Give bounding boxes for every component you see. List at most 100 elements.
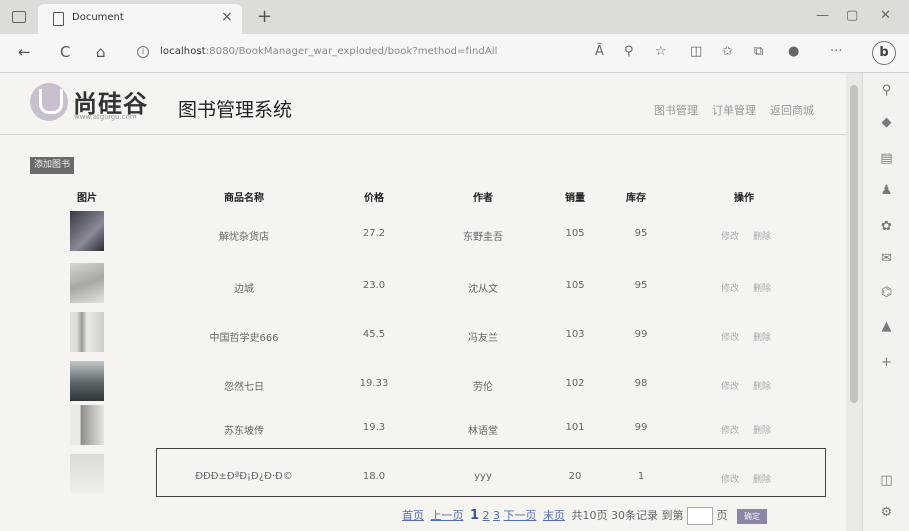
new-tab-icon[interactable]: + <box>257 6 272 27</box>
sidebar-settings-icon[interactable]: ⚙ <box>863 505 909 520</box>
next-page-link[interactable]: 下一页 <box>504 509 537 522</box>
edit-link[interactable]: 修改 <box>721 379 739 392</box>
goto-label: 到第 <box>661 509 684 522</box>
profile-icon[interactable]: ● <box>788 44 799 59</box>
page-link-3[interactable]: 3 <box>493 509 500 522</box>
book-name: 解忧杂货店 <box>219 232 269 243</box>
bing-chat-icon[interactable]: b <box>872 41 896 65</box>
book-name: 忽然七日 <box>224 382 264 393</box>
go-button[interactable]: 确定 <box>737 508 768 524</box>
delete-link[interactable]: 删除 <box>753 281 771 294</box>
home-icon[interactable]: ⌂ <box>96 43 106 61</box>
collections-icon[interactable]: ⧉ <box>754 44 763 59</box>
games-icon[interactable]: ♟ <box>863 183 909 198</box>
total-pages: 共10页 <box>571 509 608 522</box>
book-stock: 98 <box>634 378 648 389</box>
tab-bar: Document × + — ▢ ✕ <box>0 0 909 34</box>
book-author: 沈从文 <box>468 284 498 295</box>
book-sales: 103 <box>565 329 585 340</box>
office-icon[interactable]: ✿ <box>863 219 909 234</box>
nav-order-manage[interactable]: 订单管理 <box>712 102 756 118</box>
e-tree-icon[interactable]: ⌬ <box>863 285 909 300</box>
add-favorite-icon[interactable]: ☆ <box>655 44 667 59</box>
total-records: 30条记录 <box>611 509 659 522</box>
prev-page-link[interactable]: 上一页 <box>431 509 464 522</box>
read-aloud-icon[interactable]: Ã <box>595 44 604 59</box>
book-stock: 95 <box>634 228 648 239</box>
book-cover-image <box>70 454 104 494</box>
page-suffix: 页 <box>716 509 728 522</box>
book-author: 林语堂 <box>468 426 498 437</box>
shopping-tag-icon[interactable]: ◆ <box>863 115 909 130</box>
logo-icon <box>30 83 68 121</box>
split-screen-icon[interactable]: ◫ <box>690 44 702 59</box>
document-icon <box>53 12 64 26</box>
edit-link[interactable]: 修改 <box>721 330 739 343</box>
book-sales: 101 <box>565 422 585 433</box>
book-price: 27.2 <box>362 228 386 239</box>
book-stock: 99 <box>634 329 648 340</box>
reload-icon[interactable]: C <box>60 43 70 61</box>
browser-tab[interactable]: Document × <box>38 4 242 34</box>
book-price: 19.33 <box>359 378 389 389</box>
page-number-input[interactable] <box>687 507 714 525</box>
delete-link[interactable]: 删除 <box>753 229 771 242</box>
book-sales: 105 <box>565 280 585 291</box>
add-sidebar-app-icon[interactable]: + <box>863 355 909 370</box>
favorites-icon[interactable]: ✩ <box>722 44 733 59</box>
web-page: 尚硅谷 www.atguigu.com 图书管理系统 图书管理 订单管理 返回商… <box>0 73 846 531</box>
nav-book-manage[interactable]: 图书管理 <box>654 102 698 118</box>
pagination: 首页 上一页 1 2 3 下一页 末页 共10页 30条记录 到第 页 确定 <box>402 507 768 527</box>
book-stock: 95 <box>634 280 648 291</box>
book-price: 23.0 <box>362 280 386 291</box>
drop-icon[interactable]: ▲ <box>863 319 909 334</box>
book-cover-image <box>70 405 104 445</box>
book-cover-image <box>70 263 104 303</box>
edit-link[interactable]: 修改 <box>721 229 739 242</box>
more-menu-icon[interactable]: ··· <box>830 44 842 59</box>
first-page-link[interactable]: 首页 <box>402 509 424 522</box>
page-title: 图书管理系统 <box>178 99 293 121</box>
delete-link[interactable]: 删除 <box>753 379 771 392</box>
tab-title: Document <box>72 12 124 23</box>
tools-icon[interactable]: ▤ <box>863 151 909 166</box>
scrollbar-thumb[interactable] <box>850 85 858 403</box>
book-cover-image <box>70 312 104 352</box>
add-book-button[interactable]: 添加图书 <box>30 157 75 174</box>
book-name: 中国哲学史666 <box>209 333 279 344</box>
outlook-icon[interactable]: ✉ <box>863 251 909 266</box>
book-author: 劳伦 <box>473 382 493 393</box>
address-bar: ← C ⌂ i localhost:8080/BookManager_war_e… <box>0 34 909 73</box>
delete-link[interactable]: 删除 <box>753 330 771 343</box>
delete-link[interactable]: 删除 <box>753 423 771 436</box>
close-window-icon[interactable]: ✕ <box>880 8 891 23</box>
hide-sidebar-icon[interactable]: ◫ <box>863 473 909 488</box>
logo-subtitle: www.atguigu.com <box>74 113 137 121</box>
book-name: 边城 <box>234 284 254 295</box>
nav-back-to-mall[interactable]: 返回商城 <box>770 102 814 118</box>
book-stock: 99 <box>634 422 648 433</box>
search-icon[interactable]: ⚲ <box>863 83 909 98</box>
site-info-icon[interactable]: i <box>137 46 149 58</box>
zoom-icon[interactable]: ⚲ <box>624 44 634 59</box>
url-path: :8080/BookManager_war_exploded/book?meth… <box>205 46 498 57</box>
window-menu-icon[interactable] <box>12 11 26 23</box>
last-page-link[interactable]: 末页 <box>543 509 565 522</box>
minimize-icon[interactable]: — <box>816 8 829 23</box>
edit-link[interactable]: 修改 <box>721 423 739 436</box>
book-sales: 105 <box>565 228 585 239</box>
book-sales: 102 <box>565 378 585 389</box>
tab-close-icon[interactable]: × <box>221 9 233 25</box>
header-divider <box>0 134 846 135</box>
book-price: 19.3 <box>362 422 386 433</box>
browser-sidebar: ⚲ ◆ ▤ ♟ ✿ ✉ ⌬ ▲ + ◫ ⚙ <box>862 73 909 531</box>
page-link-2[interactable]: 2 <box>483 509 490 522</box>
book-author: 东野圭吾 <box>463 232 503 243</box>
url-field[interactable]: localhost:8080/BookManager_war_exploded/… <box>160 46 498 57</box>
selected-row-outline <box>156 448 826 497</box>
back-icon[interactable]: ← <box>18 43 31 61</box>
table-row: 解忧杂货店 27.2 东野圭吾 105 95 修改 删除 <box>0 201 846 261</box>
page-scrollbar[interactable] <box>846 73 862 531</box>
edit-link[interactable]: 修改 <box>721 281 739 294</box>
restore-icon[interactable]: ▢ <box>846 8 858 23</box>
